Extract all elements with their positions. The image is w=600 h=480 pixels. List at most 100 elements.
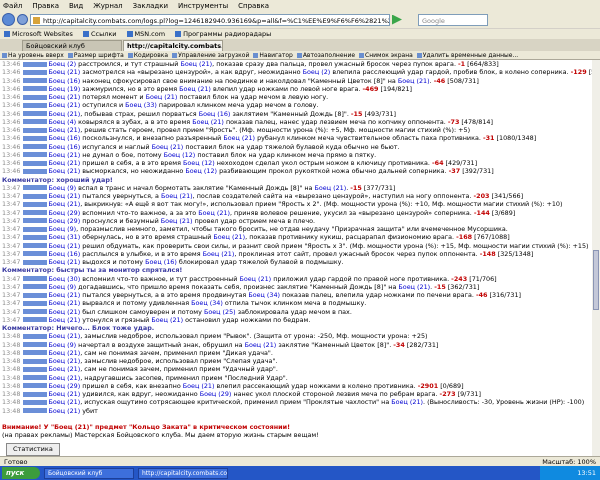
log-time: 13:47: [2, 183, 21, 192]
log-text: Боец (21) пришел в себя, а в это время Б…: [48, 159, 478, 167]
bookmark-item[interactable]: Microsoft Websites: [4, 30, 73, 38]
fighter-icon: [23, 152, 48, 158]
stats-button[interactable]: Статистика: [6, 443, 60, 456]
fighter-icon: [23, 284, 48, 290]
fighter-icon: [23, 160, 48, 166]
log-time: 13:46: [2, 159, 21, 167]
log-text: Боец (21) выдохся и потому Боец (16) бло…: [48, 258, 344, 266]
log-time: 13:47: [2, 274, 21, 283]
log-time: 13:46: [2, 167, 21, 176]
log-line: 13:48 Боец (21), надругавшись засопев, п…: [2, 374, 592, 382]
menu-item[interactable]: Файл: [3, 2, 22, 10]
log-text: Боец (9) начертал в воздухе защитный зна…: [48, 340, 439, 349]
menu-bar: Файл Правка Вид Журнал Закладки Инструменты Сп…: [0, 0, 600, 11]
menu-item[interactable]: Журнал: [93, 2, 122, 10]
back-button[interactable]: [2, 13, 15, 26]
log-line: 13:47 Боец (21) пытался увернуться, а Бо…: [2, 192, 592, 200]
log-line: 13:47 Боец (29) проснулся и безумный Бое…: [2, 217, 592, 225]
log-time: 13:47: [2, 192, 21, 200]
go-icon[interactable]: [392, 14, 402, 25]
address-bar[interactable]: http://capitalcity.combats.com/logs.pl?l…: [30, 13, 390, 26]
zoom-level[interactable]: Масштаб: 100%: [542, 458, 596, 466]
log-text: Боец (30) вспомнил что-то важное, и тут …: [48, 274, 497, 283]
log-time: 13:46: [2, 109, 21, 118]
search-input[interactable]: Google: [418, 13, 488, 26]
toolbar-button[interactable]: Удалить временные данные...: [417, 52, 518, 59]
log-text: Боец (21), замыслив недоброе, использова…: [48, 332, 428, 341]
toolbar-button[interactable]: На уровень вверх: [2, 52, 64, 59]
log-text: Боец (21), решив стать героем, провел пр…: [48, 126, 471, 134]
log-text: Боец (21) не думал о бое, потому Боец (1…: [48, 150, 377, 159]
menu-item[interactable]: Инструменты: [178, 2, 228, 10]
fighter-icon: [23, 292, 48, 298]
fighter-icon: [23, 309, 48, 314]
log-line: 13:48 Боец (29) пришел в себя, как внеза…: [2, 382, 592, 390]
log-text: Боец (21) потерял момент и Боец (21) пос…: [48, 93, 329, 101]
log-text: Боец (21), надругавшись засопев, примени…: [48, 373, 288, 382]
fighter-icon: [23, 168, 48, 174]
log-text: Боец (21), выкрикнув: «А ещё я вот так м…: [48, 200, 563, 209]
menu-item[interactable]: Справка: [238, 2, 269, 10]
forward-button[interactable]: [17, 14, 28, 25]
log-line: 13:46 Боец (21) пришел в себя, а в это в…: [2, 159, 592, 167]
log-line: 13:48 Боец (21) убит: [2, 407, 592, 415]
log-time: 13:46: [2, 117, 21, 126]
menu-item[interactable]: Правка: [32, 2, 59, 10]
taskbar-item[interactable]: Бойцовский клуб: [44, 467, 134, 479]
log-line: 13:46 Боец (2) расстроился, и тут страшн…: [2, 60, 592, 68]
log-time: 13:48: [2, 332, 21, 341]
bookmark-icon: [126, 31, 133, 37]
log-line: 13:48 Боец (9) начертал в воздухе защитн…: [2, 341, 592, 349]
fighter-icon: [23, 408, 48, 413]
toolbar-button[interactable]: Снимок экрана: [359, 52, 413, 59]
toolbar-button[interactable]: Кодировка: [128, 52, 168, 59]
fighter-icon: [23, 69, 48, 75]
taskbar-item[interactable]: http://capitalcity.combats.com...: [138, 467, 228, 479]
bookmarks-bar: Microsoft Websites Ссылки MSN.com Программы…: [0, 28, 600, 39]
log-line: 13:48 Боец (21), замыслив недоброе, испо…: [2, 332, 592, 340]
log-line: 13:46 Боец (21) оступился и Боец (33) па…: [2, 101, 592, 109]
bookmark-item[interactable]: MSN.com: [126, 30, 166, 38]
fighter-icon: [23, 94, 48, 100]
toolbar-button[interactable]: Управление загрузкой: [172, 52, 249, 59]
start-button[interactable]: пуск: [2, 467, 40, 479]
toolbar-button[interactable]: Размер шрифта: [68, 52, 124, 59]
log-line: 13:47 Боец (21) вырвался и потому удивле…: [2, 299, 592, 307]
log-line: 13:46 Боец (21), решив стать героем, про…: [2, 126, 592, 134]
status-bar: Готово Масштаб: 100%: [0, 456, 600, 466]
bookmark-label: MSN.com: [134, 30, 166, 38]
fighter-icon: [23, 259, 48, 265]
fighter-icon: [23, 300, 48, 306]
browser-tab[interactable]: Бойцовский клуб: [22, 40, 122, 51]
log-time: 13:48: [2, 340, 21, 349]
toolbar-button[interactable]: Автозаполнение: [297, 52, 355, 59]
fighter-icon: [23, 375, 48, 380]
log-text: Боец (29) проснулся и безумный Боец (21)…: [48, 216, 316, 225]
scroll-thumb[interactable]: [593, 250, 599, 310]
menu-item[interactable]: Вид: [69, 2, 83, 10]
log-line: 13:47 Боец (9) догадавшись, что пришло в…: [2, 283, 592, 291]
log-line: 13:46 Боец (21) засмотрелся на «вырезано…: [2, 68, 592, 76]
fighter-icon: [23, 86, 48, 92]
fighter-icon: [23, 226, 48, 232]
log-text: Боец (9), поразмыслив немного, заметил, …: [48, 225, 508, 233]
browser-tab[interactable]: http://capitalcity.combats.com...: [123, 40, 223, 51]
ad-line: (на правах рекламы) Мастерская Бойцовско…: [2, 431, 319, 439]
fighter-icon: [23, 243, 48, 248]
log-line: 13:46 Боец (21) высморкался, но неожидан…: [2, 167, 592, 175]
log-time: 13:47: [2, 315, 21, 324]
log-time: 13:47: [2, 225, 21, 233]
status-text: Готово: [4, 457, 28, 466]
log-time: 13:46: [2, 60, 21, 68]
menu-item[interactable]: Закладки: [133, 2, 168, 10]
bookmark-item[interactable]: Программы радиорадары: [175, 30, 271, 38]
log-time: 13:48: [2, 390, 21, 398]
fighter-icon: [23, 383, 48, 389]
toolbar-button[interactable]: Навигатор: [253, 52, 292, 59]
bookmark-item[interactable]: Ссылки: [82, 30, 117, 38]
log-text: Боец (21) удивился, как вдруг, неожиданн…: [48, 390, 481, 398]
scrollbar[interactable]: [592, 60, 600, 456]
log-text: Боец (21), сам не понимая зачем, примени…: [48, 365, 278, 374]
bookmark-icon: [4, 31, 10, 37]
fighter-icon: [23, 333, 48, 339]
